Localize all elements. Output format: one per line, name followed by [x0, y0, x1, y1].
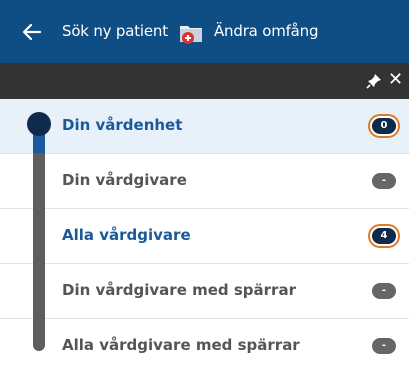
count-badge: -	[372, 338, 396, 354]
list-item-din-vardgivare-med-sparrar[interactable]: Din vårdgivare med spärrar -	[0, 264, 409, 319]
count-badge: -	[372, 283, 396, 299]
panel-toolbar: ✕	[0, 63, 409, 99]
list-item-din-vardenhet[interactable]: Din vårdenhet 0	[0, 99, 409, 154]
list-item-label: Din vårdgivare med spärrar	[62, 281, 296, 299]
list-item-label: Din vårdenhet	[62, 116, 183, 134]
list-item-alla-vardgivare[interactable]: Alla vårdgivare 4	[0, 209, 409, 264]
list-item-alla-vardgivare-med-sparrar[interactable]: Alla vårdgivare med spärrar -	[0, 319, 409, 374]
top-navigation-bar: Sök ny patient Ändra omfång	[0, 0, 409, 63]
list-item-label: Alla vårdgivare med spärrar	[62, 336, 300, 354]
change-scope-link[interactable]: Ändra omfång	[214, 22, 319, 40]
scope-slider-handle[interactable]	[27, 112, 51, 136]
count-badge: 0	[372, 118, 396, 134]
close-icon[interactable]: ✕	[388, 71, 403, 89]
scope-list: Din vårdenhet 0 Din vårdgivare - Alla vå…	[0, 99, 409, 371]
list-item-label: Alla vårdgivare	[62, 226, 191, 244]
list-item-label: Din vårdgivare	[62, 171, 187, 189]
search-new-patient-link[interactable]: Sök ny patient	[62, 22, 168, 40]
folder-add-icon[interactable]	[178, 20, 204, 46]
count-badge: 4	[372, 228, 396, 244]
count-badge: -	[372, 173, 396, 189]
list-item-din-vardgivare[interactable]: Din vårdgivare -	[0, 154, 409, 209]
pin-icon[interactable]	[366, 73, 382, 89]
back-arrow-icon[interactable]	[22, 22, 42, 42]
